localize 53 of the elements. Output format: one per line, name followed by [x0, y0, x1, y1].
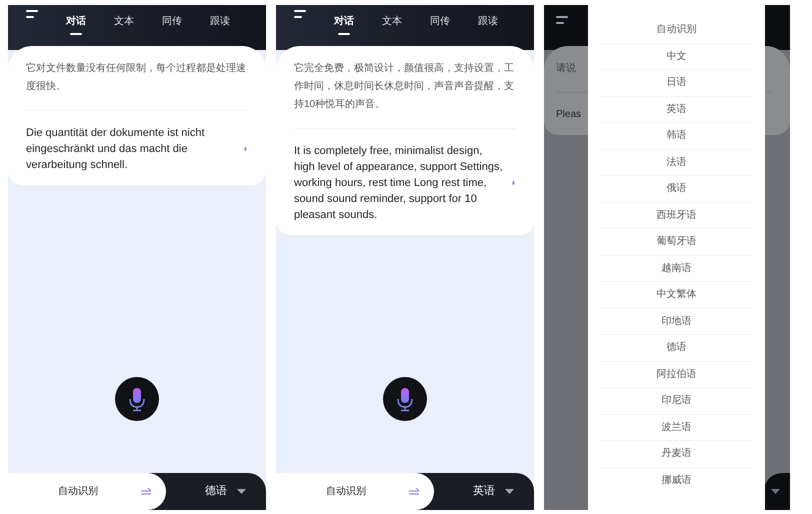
- target-language: 德语: [205, 484, 227, 500]
- language-option[interactable]: 挪威语: [662, 472, 692, 488]
- swap-arrow-icon[interactable]: [141, 488, 152, 495]
- language-option[interactable]: 法语: [666, 154, 686, 170]
- microphone-button[interactable]: [115, 377, 159, 421]
- translation-text: It is completely free, minimalist design, high level of appearance, support Settings, working hours, rest time Long rest time, sound sound reminder, support for 10 pleasant sounds.: [294, 144, 504, 223]
- target-language: 英语: [473, 484, 495, 500]
- source-language: 自动识别: [58, 485, 99, 499]
- tab[interactable]: 文本: [382, 9, 402, 35]
- language-option[interactable]: 英语: [666, 102, 686, 117]
- language-option[interactable]: 韩语: [666, 128, 686, 144]
- dropdown-caret-icon[interactable]: [505, 489, 514, 494]
- dropdown-caret-icon[interactable]: [771, 489, 780, 494]
- swap-arrow-icon[interactable]: [409, 488, 420, 495]
- language-option[interactable]: 葡萄牙语: [656, 234, 696, 250]
- language-option[interactable]: 日语: [666, 75, 686, 90]
- translation-text: Pleas: [556, 108, 582, 122]
- menu-icon[interactable]: [556, 15, 568, 25]
- tab[interactable]: 同传: [430, 9, 450, 35]
- source-text: 它完全免费，极简设计，颜值很高，支持设置，工作时间，休息时间长休息时间，声音声音提醒，支持10种悦耳的声音。: [294, 62, 515, 112]
- language-option[interactable]: 印地语: [662, 314, 692, 329]
- tab[interactable]: 文本: [114, 9, 134, 35]
- language-option[interactable]: 越南语: [662, 260, 692, 276]
- menu-icon[interactable]: [26, 9, 38, 19]
- source-text: 它对文件数量没有任何限制，每个过程都是处理速度很快。: [26, 62, 247, 94]
- source-text: 请说: [556, 62, 576, 76]
- language-option[interactable]: 波兰语: [662, 420, 692, 435]
- language-option[interactable]: 阿拉伯语: [656, 366, 696, 382]
- language-option[interactable]: 丹麦语: [662, 446, 692, 462]
- target-language-selector[interactable]: [764, 473, 790, 510]
- tab[interactable]: 跟读: [478, 9, 498, 35]
- language-option[interactable]: 西班牙语: [656, 208, 696, 223]
- translation-text: Die quantität der dokumente ist nicht eingeschränkt und das macht die verarbeitung schnell.: [26, 126, 206, 173]
- source-language-selector[interactable]: 自动识别: [8, 473, 166, 510]
- language-option[interactable]: 德语: [666, 340, 686, 356]
- target-language-selector[interactable]: 英语: [434, 473, 534, 510]
- microphone-button[interactable]: [383, 377, 427, 421]
- target-language-selector[interactable]: 德语: [166, 473, 266, 510]
- language-option[interactable]: 自动识别: [656, 22, 696, 37]
- language-option[interactable]: 俄语: [666, 181, 686, 196]
- speaker-icon[interactable]: [512, 179, 516, 187]
- source-language-selector[interactable]: 自动识别: [276, 473, 434, 510]
- menu-icon[interactable]: [294, 9, 306, 19]
- speaker-icon[interactable]: [244, 145, 248, 153]
- language-option[interactable]: 中文: [666, 48, 686, 64]
- language-option[interactable]: 印尼语: [662, 393, 692, 408]
- tab[interactable]: 跟读: [210, 9, 230, 35]
- tab[interactable]: 对话: [334, 9, 354, 35]
- tab[interactable]: 同传: [162, 9, 182, 35]
- tab[interactable]: 对话: [66, 9, 86, 35]
- language-option[interactable]: 中文繁体: [656, 287, 696, 302]
- dropdown-caret-icon[interactable]: [237, 489, 246, 494]
- source-language: 自动识别: [326, 485, 367, 499]
